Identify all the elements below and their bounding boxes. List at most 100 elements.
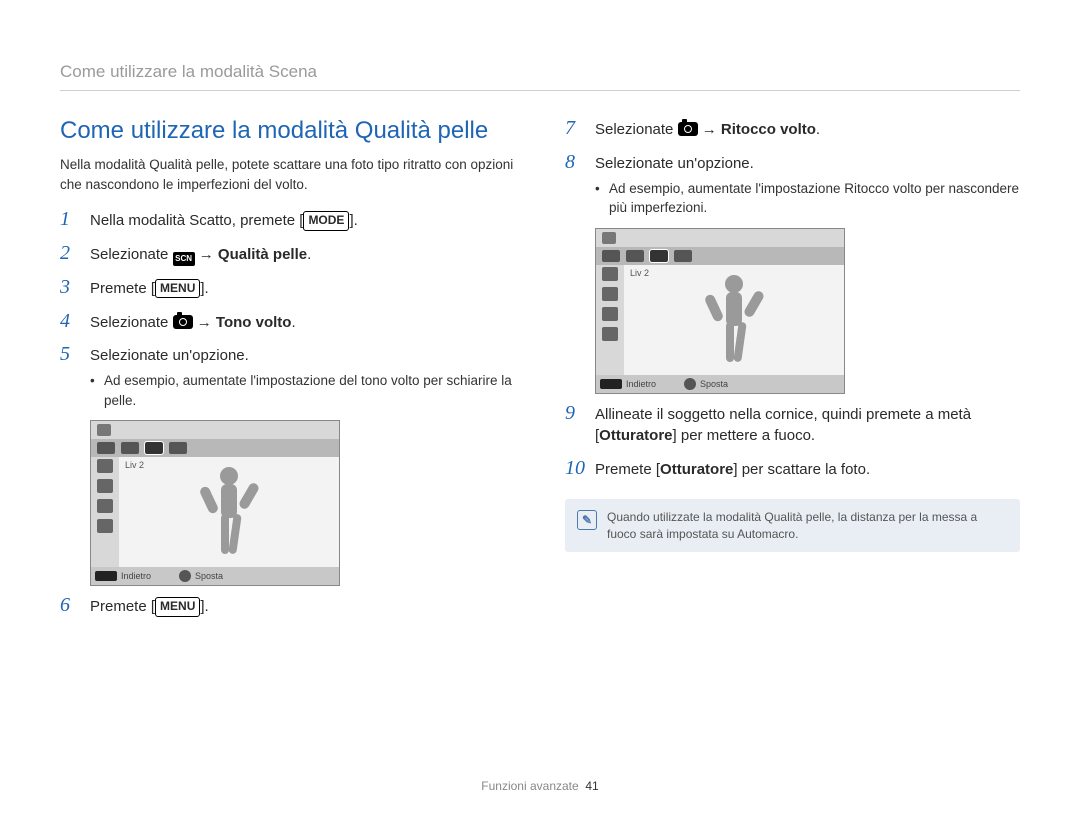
- step-9: 9 Allineate il soggetto nella cornice, q…: [565, 402, 1020, 448]
- step-number: 2: [60, 242, 90, 265]
- camera-move-label: Sposta: [700, 379, 728, 389]
- step-body: Selezionate un'opzione. Ad esempio, aume…: [90, 343, 515, 410]
- option-chip-icon: [121, 442, 139, 454]
- camera-preview-1: Liv 2: [90, 420, 340, 586]
- camera-back-label: Indietro: [121, 571, 151, 581]
- step-1: 1 Nella modalità Scatto, premete [MODE].: [60, 208, 515, 232]
- camera-options-bar: [596, 247, 844, 265]
- footer-section: Funzioni avanzate: [481, 779, 578, 793]
- step-body: Selezionate un'opzione. Ad esempio, aume…: [595, 151, 1020, 218]
- camera-topbar: [91, 421, 339, 439]
- camera-level-label: Liv 2: [125, 460, 144, 470]
- camera-main: Liv 2: [596, 265, 844, 375]
- menu-bottom-icon: [95, 571, 117, 581]
- scn-icon: SCN: [173, 252, 195, 266]
- step-number: 8: [565, 151, 595, 174]
- step-sub: Ad esempio, aumentate l'impostazione Rit…: [595, 179, 1020, 218]
- option-chip-icon: [626, 250, 644, 262]
- step-6: 6 Premete [MENU].: [60, 594, 515, 618]
- option-chip-selected-icon: [650, 250, 668, 262]
- sidebar-icon: [602, 307, 618, 321]
- divider: [60, 90, 1020, 91]
- sidebar-icon: [602, 327, 618, 341]
- step-sub: Ad esempio, aumentate l'impostazione del…: [90, 371, 515, 410]
- camera-options-bar: [91, 439, 339, 457]
- camera-topbar: [596, 229, 844, 247]
- note-text: Quando utilizzate la modalità Qualità pe…: [607, 510, 977, 541]
- step-8: 8 Selezionate un'opzione. Ad esempio, au…: [565, 151, 1020, 218]
- step-number: 4: [60, 310, 90, 333]
- intro-text: Nella modalità Qualità pelle, potete sca…: [60, 155, 515, 194]
- camera-icon: [678, 122, 698, 136]
- step-body: Nella modalità Scatto, premete [MODE].: [90, 208, 358, 232]
- step-number: 7: [565, 117, 595, 140]
- sidebar-icon: [602, 287, 618, 301]
- page-number: 41: [585, 779, 598, 793]
- step-3: 3 Premete [MENU].: [60, 276, 515, 300]
- step-body: Premete [MENU].: [90, 276, 209, 300]
- camera-viewport: Liv 2: [119, 457, 339, 567]
- column-right: 7 Selezionate → Ritocco volto. 8 Selezio…: [565, 117, 1020, 628]
- step-body: Premete [MENU].: [90, 594, 209, 618]
- sidebar-icon: [97, 459, 113, 473]
- step-number: 5: [60, 343, 90, 366]
- step-5: 5 Selezionate un'opzione. Ad esempio, au…: [60, 343, 515, 410]
- camera-move-label: Sposta: [195, 571, 223, 581]
- person-silhouette-icon: [194, 462, 264, 562]
- camera-sidebar: [91, 457, 119, 567]
- step-7: 7 Selezionate → Ritocco volto.: [565, 117, 1020, 141]
- topbar-chip-icon: [602, 232, 616, 244]
- step-body: Selezionate → Ritocco volto.: [595, 117, 820, 141]
- camera-icon: [173, 315, 193, 329]
- page-title: Come utilizzare la modalità Qualità pell…: [60, 117, 515, 145]
- step-4: 4 Selezionate → Tono volto.: [60, 310, 515, 334]
- steps-right-cont: 9 Allineate il soggetto nella cornice, q…: [565, 402, 1020, 481]
- nav-pad-icon: [179, 570, 191, 582]
- camera-back-label: Indietro: [626, 379, 656, 389]
- page: Come utilizzare la modalità Scena Come u…: [0, 0, 1080, 815]
- info-icon: ✎: [577, 510, 597, 530]
- step-number: 1: [60, 208, 90, 231]
- step-body: Premete [Otturatore] per scattare la fot…: [595, 457, 870, 481]
- option-chip-icon: [169, 442, 187, 454]
- sidebar-icon: [97, 499, 113, 513]
- person-silhouette-icon: [699, 270, 769, 370]
- camera-main: Liv 2: [91, 457, 339, 567]
- step-10: 10 Premete [Otturatore] per scattare la …: [565, 457, 1020, 481]
- sidebar-icon: [602, 267, 618, 281]
- mode-key-icon: MODE: [303, 211, 349, 230]
- step-body: Allineate il soggetto nella cornice, qui…: [595, 402, 1020, 448]
- step-number: 6: [60, 594, 90, 617]
- camera-sidebar: [596, 265, 624, 375]
- menu-bottom-icon: [600, 379, 622, 389]
- content-columns: Come utilizzare la modalità Qualità pell…: [60, 117, 1020, 628]
- camera-bottombar: Indietro Sposta: [91, 567, 339, 585]
- camera-viewport: Liv 2: [624, 265, 844, 375]
- steps-right: 7 Selezionate → Ritocco volto. 8 Selezio…: [565, 117, 1020, 218]
- step-body: Selezionate SCN → Qualità pelle.: [90, 242, 311, 266]
- footer: Funzioni avanzate 41: [0, 779, 1080, 793]
- breadcrumb: Come utilizzare la modalità Scena: [60, 62, 1020, 82]
- steps-left: 1 Nella modalità Scatto, premete [MODE].…: [60, 208, 515, 410]
- step-number: 9: [565, 402, 595, 425]
- info-note: ✎ Quando utilizzate la modalità Qualità …: [565, 499, 1020, 553]
- menu-key-icon: MENU: [155, 597, 200, 616]
- option-chip-icon: [674, 250, 692, 262]
- sidebar-icon: [97, 479, 113, 493]
- steps-left-cont: 6 Premete [MENU].: [60, 594, 515, 618]
- option-chip-icon: [97, 442, 115, 454]
- camera-level-label: Liv 2: [630, 268, 649, 278]
- nav-pad-icon: [684, 378, 696, 390]
- menu-key-icon: MENU: [155, 279, 200, 298]
- step-body: Selezionate → Tono volto.: [90, 310, 296, 334]
- option-chip-icon: [602, 250, 620, 262]
- step-number: 3: [60, 276, 90, 299]
- step-2: 2 Selezionate SCN → Qualità pelle.: [60, 242, 515, 266]
- sidebar-icon: [97, 519, 113, 533]
- camera-preview-2: Liv 2: [595, 228, 845, 394]
- step-number: 10: [565, 457, 595, 480]
- topbar-chip-icon: [97, 424, 111, 436]
- column-left: Come utilizzare la modalità Qualità pell…: [60, 117, 515, 628]
- camera-bottombar: Indietro Sposta: [596, 375, 844, 393]
- option-chip-selected-icon: [145, 442, 163, 454]
